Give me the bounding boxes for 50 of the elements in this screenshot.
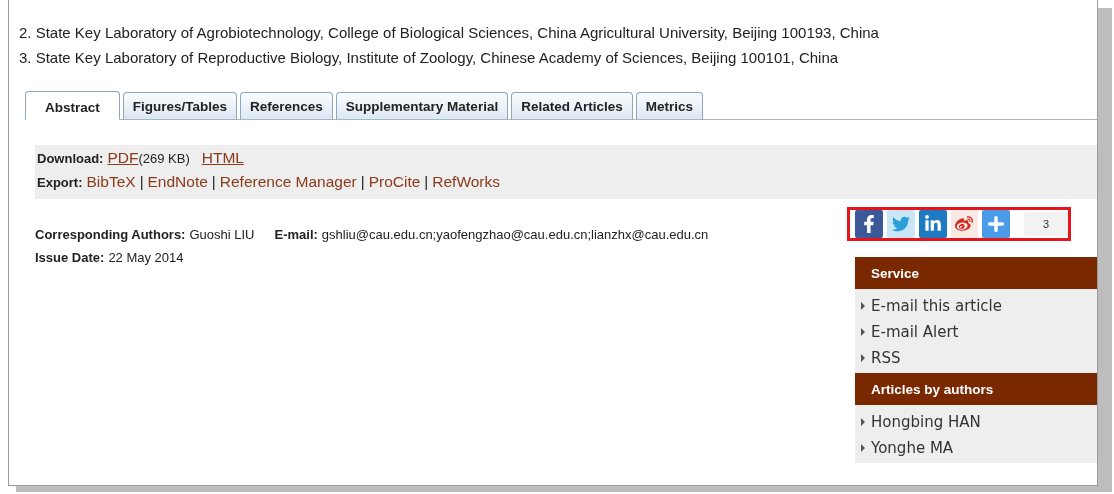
separator-text: | [424, 173, 429, 190]
bird-icon [891, 215, 910, 233]
author-name: Guoshi LIU [189, 227, 255, 242]
export-label: Export: [37, 175, 83, 190]
plus-icon [987, 215, 1006, 233]
export-link[interactable]: RefWorks [432, 173, 501, 191]
file-size-text: (269 KB) [138, 151, 190, 166]
linkedin-icon [923, 215, 942, 233]
sidebar-link[interactable]: E-mail Alert [861, 319, 1097, 345]
export-link[interactable]: ProCite [368, 173, 421, 191]
corresponding-label: Corresponding Authors: [35, 227, 186, 242]
facebook-button[interactable] [855, 210, 883, 238]
affiliation-text: 2. State Key Laboratory of Agrobiotechnology, College of Biological Sciences, China Agricultural University, Beijing 100193, China [19, 23, 880, 43]
download-label: Download: [37, 151, 104, 166]
email-text: gshliu@cau.edu.cn;yaofengzhao@cau.edu.cn;lianzhx@cau.edu.cn [321, 227, 709, 242]
weibo-icon [955, 215, 974, 233]
export-link[interactable]: EndNote [147, 173, 208, 191]
linkedin-button[interactable] [918, 210, 947, 238]
triangle-icon [861, 444, 865, 452]
section-header: Service [855, 257, 1097, 289]
tab[interactable]: Related Articles [511, 92, 633, 120]
sidebar-link[interactable]: E-mail this article [861, 293, 1097, 319]
tab[interactable]: References [240, 92, 333, 120]
separator-text: | [360, 173, 365, 190]
triangle-icon [861, 302, 865, 310]
separator-text: | [211, 173, 216, 190]
html-link[interactable]: HTML [201, 149, 244, 167]
share-count: 3 [1024, 212, 1068, 236]
pdf-link[interactable]: PDF [107, 149, 139, 167]
section-header: Articles by authors [855, 373, 1097, 405]
export-link[interactable]: BibTeX [86, 173, 136, 191]
affiliation-text: 3. State Key Laboratory of Reproductive Biology, Institute of Zoology, Chinese Academy of Sciences, Beijing 100101, China [19, 48, 840, 68]
tab[interactable]: Abstract [25, 91, 120, 120]
issue-date-text: 22 May 2014 [108, 250, 184, 265]
export-link[interactable]: Reference Manager [219, 173, 357, 191]
plus-button[interactable] [982, 210, 1011, 238]
sidebar-link[interactable]: Yonghe MA [861, 435, 1097, 461]
sidebar-link[interactable]: Hongbing HAN [861, 409, 1097, 435]
sidebar-link[interactable]: RSS [861, 345, 1097, 371]
triangle-icon [861, 328, 865, 336]
weibo-button[interactable] [950, 210, 979, 238]
tab[interactable]: Figures/Tables [122, 92, 238, 120]
tab[interactable]: Metrics [635, 92, 703, 120]
tab[interactable]: Supplementary Material [335, 92, 509, 120]
email-label: E-mail: [274, 227, 318, 242]
separator-text: | [139, 173, 144, 190]
triangle-icon [861, 418, 865, 426]
bird-button[interactable] [886, 210, 915, 238]
triangle-icon [861, 354, 865, 362]
issue-date-label: Issue Date: [35, 250, 105, 265]
